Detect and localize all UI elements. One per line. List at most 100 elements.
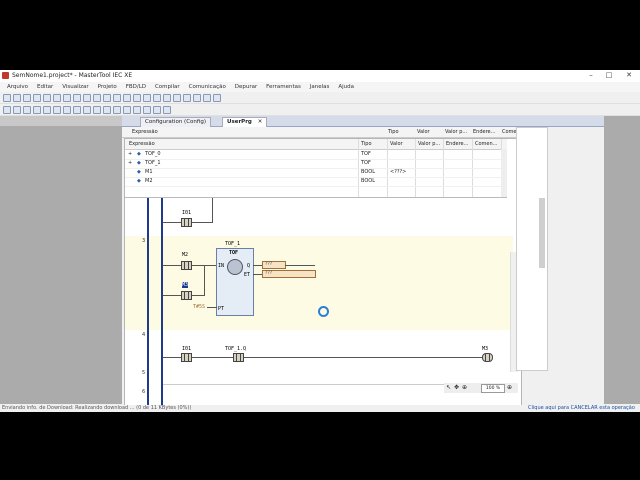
menu-janelas[interactable]: Janelas — [310, 82, 330, 92]
open-icon[interactable] — [13, 94, 21, 102]
input-icon[interactable] — [113, 106, 121, 114]
outer-col-type[interactable]: Tipo — [388, 128, 399, 137]
close-icon[interactable]: ✕ — [624, 71, 634, 80]
output-icon[interactable] — [123, 106, 131, 114]
stop-icon[interactable] — [153, 94, 161, 102]
jump-icon[interactable] — [33, 106, 41, 114]
wire — [192, 222, 212, 223]
outer-col-prepared[interactable]: Valor p... — [445, 128, 467, 137]
run-icon[interactable] — [143, 94, 151, 102]
login-icon[interactable] — [123, 94, 131, 102]
force-icon[interactable] — [193, 94, 201, 102]
contact[interactable] — [181, 353, 192, 362]
pt-value[interactable]: T#5S — [193, 304, 205, 310]
step-icon[interactable] — [173, 94, 181, 102]
col-comment[interactable]: Comen... — [475, 140, 497, 149]
box-icon[interactable] — [13, 106, 21, 114]
col-type[interactable]: Tipo — [361, 140, 372, 149]
coil-icon[interactable] — [83, 106, 91, 114]
col-prepared[interactable]: Valor p... — [418, 140, 440, 149]
menu-arquivo[interactable]: Arquivo — [7, 82, 28, 92]
col-value[interactable]: Valor — [390, 140, 403, 149]
menu-visualizar[interactable]: Visualizar — [62, 82, 88, 92]
tab-userprg[interactable]: UserPrg ✕ — [222, 117, 268, 127]
branch-icon[interactable] — [133, 106, 141, 114]
q-output-box[interactable]: ??? — [262, 261, 286, 269]
move-icon[interactable]: ✥ — [453, 384, 460, 391]
toolbar-main — [0, 92, 640, 104]
copy-icon[interactable] — [73, 94, 81, 102]
zoom-icon[interactable]: ⊕ — [461, 384, 468, 391]
variable-row[interactable]: ◆ M2 BOOL — [125, 177, 507, 187]
expand-icon[interactable]: + — [128, 159, 132, 168]
menu-fbd-ld[interactable]: FBD/LD — [126, 82, 146, 92]
contact-label: I01 — [182, 210, 192, 216]
menu-ferramentas[interactable]: Ferramentas — [266, 82, 301, 92]
write-icon[interactable] — [203, 94, 211, 102]
parallel-contact-icon[interactable] — [73, 106, 81, 114]
reset-coil-icon[interactable] — [103, 106, 111, 114]
assign-icon[interactable] — [23, 106, 31, 114]
breakpoint-icon[interactable] — [183, 94, 191, 102]
tab-close-icon[interactable]: ✕ — [258, 119, 263, 125]
pointer-icon[interactable]: ↖ — [445, 384, 452, 391]
wire — [192, 295, 204, 296]
redo-icon[interactable] — [53, 94, 61, 102]
contact[interactable] — [181, 291, 192, 300]
fb-pin-in: IN — [218, 263, 225, 269]
comment-icon[interactable] — [143, 106, 151, 114]
timer-icon — [227, 259, 243, 275]
paste-icon[interactable] — [83, 94, 91, 102]
menu-comunicacao[interactable]: Comunicação — [189, 82, 226, 92]
outer-col-expression[interactable]: Expressão — [132, 128, 158, 137]
minimize-icon[interactable]: – — [586, 71, 596, 80]
tof-function-block[interactable]: TOF IN Q ET PT — [216, 248, 254, 316]
col-address[interactable]: Endere... — [446, 140, 468, 149]
maximize-icon[interactable]: □ — [604, 71, 614, 80]
zoom-in-icon[interactable]: ⊕ — [506, 384, 513, 391]
cut-icon[interactable] — [63, 94, 71, 102]
find-icon[interactable] — [103, 94, 111, 102]
variable-icon: ◆ — [137, 178, 141, 184]
contact[interactable] — [181, 261, 192, 270]
status-text: Enviando info. de Download: Realizando d… — [2, 405, 192, 411]
contact[interactable] — [233, 353, 244, 362]
coil[interactable] — [482, 353, 493, 362]
menu-ajuda[interactable]: Ajuda — [338, 82, 354, 92]
reset-icon[interactable] — [163, 94, 171, 102]
variable-type: BOOL — [361, 169, 375, 175]
col-expression[interactable]: Expressão — [129, 140, 155, 149]
menu-editar[interactable]: Editar — [37, 82, 53, 92]
outer-col-address[interactable]: Endere... — [473, 128, 495, 137]
print-icon[interactable] — [33, 94, 41, 102]
contact[interactable] — [181, 218, 192, 227]
set-coil-icon[interactable] — [93, 106, 101, 114]
build-icon[interactable] — [113, 94, 121, 102]
zoom-level[interactable]: 100 % — [481, 384, 505, 393]
save-icon[interactable] — [23, 94, 31, 102]
return-icon[interactable] — [43, 106, 51, 114]
negated-contact-icon[interactable] — [63, 106, 71, 114]
outer-col-value[interactable]: Valor — [417, 128, 430, 137]
contact-label: I01 — [182, 346, 192, 352]
menu-projeto[interactable]: Projeto — [98, 82, 117, 92]
cancel-link[interactable]: Clique aqui para CANCELAR esta operação — [528, 405, 635, 411]
watch-scrollbar-thumb[interactable] — [539, 198, 545, 268]
label-icon[interactable] — [153, 106, 161, 114]
network-icon[interactable] — [3, 106, 11, 114]
en-eno-icon[interactable] — [163, 106, 171, 114]
expand-icon[interactable]: + — [128, 150, 132, 159]
logout-icon[interactable] — [133, 94, 141, 102]
menu-depurar[interactable]: Depurar — [235, 82, 258, 92]
variable-grid-scrollbar[interactable] — [501, 149, 507, 197]
undo-icon[interactable] — [43, 94, 51, 102]
new-icon[interactable] — [3, 94, 11, 102]
contact-icon[interactable] — [53, 106, 61, 114]
tab-configuration[interactable]: Configuration (Config) — [140, 117, 211, 127]
et-output-box[interactable]: ??? — [262, 270, 316, 278]
window-title: SemNome1.project* - MasterTool IEC XE — [12, 72, 133, 79]
settings-icon[interactable] — [213, 94, 221, 102]
left-panel — [0, 116, 122, 404]
delete-icon[interactable] — [93, 94, 101, 102]
menu-compilar[interactable]: Compilar — [155, 82, 180, 92]
